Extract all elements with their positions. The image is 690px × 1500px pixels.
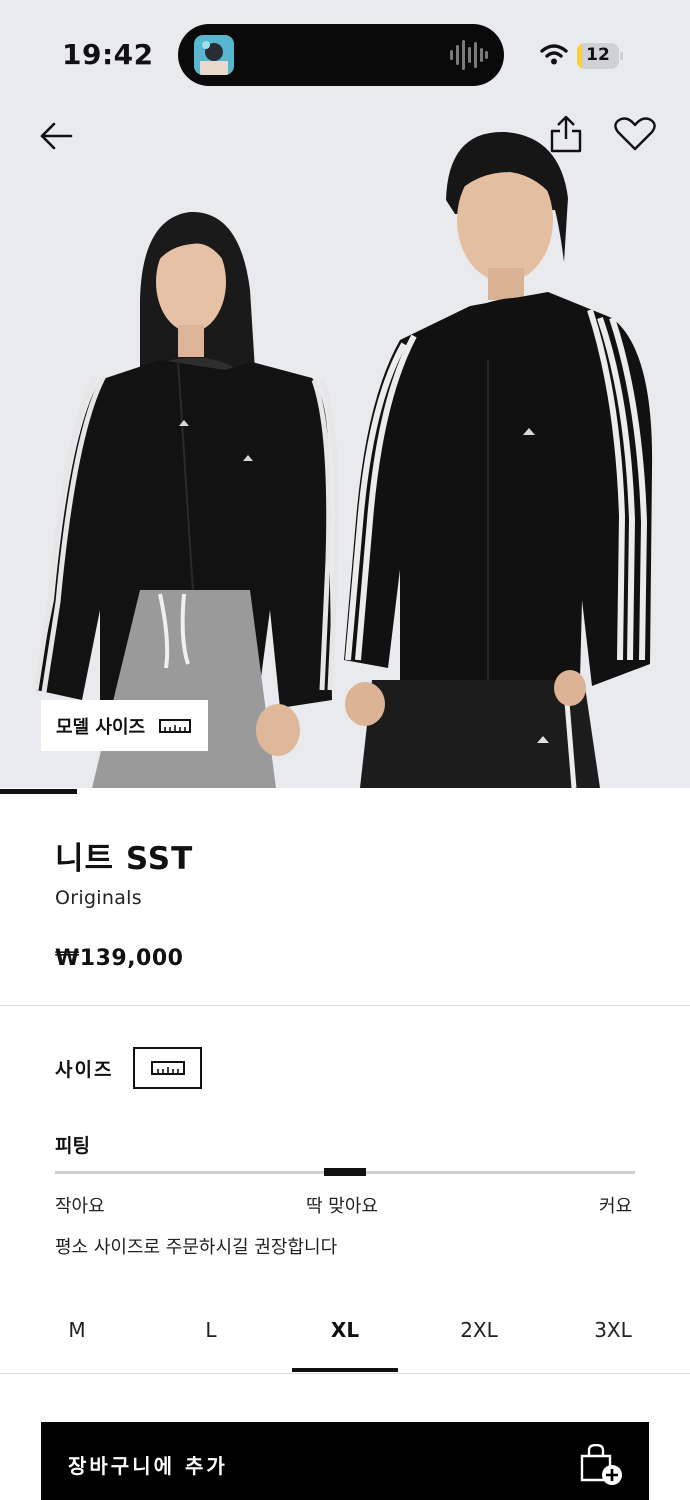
- share-button[interactable]: [544, 112, 588, 156]
- model-size-button[interactable]: 모델 사이즈: [41, 700, 208, 751]
- fit-scale: [55, 1168, 635, 1176]
- fit-marker: [324, 1168, 366, 1176]
- back-button[interactable]: [34, 114, 78, 158]
- battery-level: 12: [586, 45, 610, 65]
- size-section-label: 사이즈: [55, 1059, 114, 1081]
- divider: [0, 1373, 690, 1374]
- model-size-label: 모델 사이즈: [56, 716, 146, 738]
- shopping-bag-plus-icon: [580, 1444, 622, 1485]
- arrow-left-icon: [40, 122, 73, 150]
- wifi-icon: [540, 44, 568, 65]
- fit-label: 피팅: [55, 1135, 90, 1157]
- share-icon: [550, 115, 582, 153]
- image-carousel-indicator: [0, 789, 690, 794]
- product-price: ₩139,000: [55, 946, 184, 971]
- size-option[interactable]: 3XL: [546, 1300, 680, 1372]
- image-carousel-progress: [0, 789, 77, 794]
- fit-scale-high-label: 커요: [599, 1196, 633, 1217]
- now-playing-artwork: [194, 35, 234, 75]
- size-selector: M L XL 2XL 3XL: [10, 1300, 680, 1372]
- ruler-icon: [150, 1061, 185, 1075]
- model-man: [344, 131, 653, 788]
- size-guide-button[interactable]: [133, 1047, 202, 1089]
- size-option[interactable]: L: [144, 1300, 278, 1372]
- wishlist-button[interactable]: [612, 112, 658, 156]
- status-time: 19:42: [62, 38, 154, 71]
- product-title: 니트 SST: [55, 841, 194, 877]
- dynamic-island[interactable]: [178, 24, 504, 86]
- size-option[interactable]: 2XL: [412, 1300, 546, 1372]
- status-bar: 19:42 12: [0, 0, 690, 104]
- product-brand[interactable]: Originals: [55, 887, 142, 909]
- fit-scale-low-label: 작아요: [55, 1196, 105, 1217]
- add-to-cart-label: 장바구니에 추가: [68, 1454, 228, 1478]
- product-image-gallery[interactable]: 19:42 12 모델 사이즈: [0, 0, 690, 788]
- ruler-icon: [159, 718, 192, 733]
- heart-outline-icon: [614, 117, 656, 151]
- size-option[interactable]: M: [10, 1300, 144, 1372]
- fit-recommendation: 평소 사이즈로 주문하시길 권장합니다: [55, 1237, 338, 1258]
- size-option-selected[interactable]: XL: [278, 1300, 412, 1372]
- battery-indicator: 12: [577, 43, 623, 69]
- divider: [0, 1005, 690, 1006]
- fit-scale-mid-label: 딱 맞아요: [306, 1196, 378, 1217]
- add-to-cart-button[interactable]: 장바구니에 추가: [41, 1422, 649, 1500]
- audio-waveform-icon: [450, 40, 488, 70]
